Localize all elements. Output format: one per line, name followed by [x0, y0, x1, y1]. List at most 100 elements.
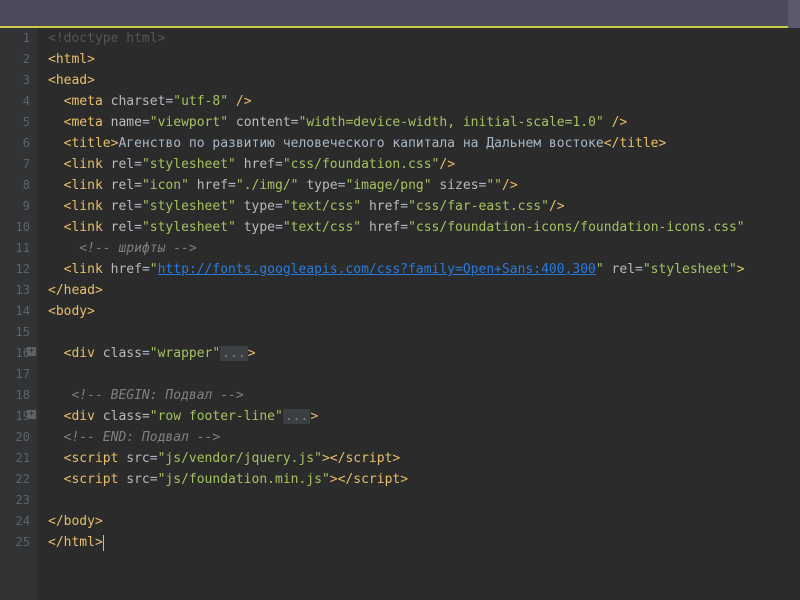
- token-attr-val: ": [596, 262, 604, 277]
- token-attr-val: "viewport": [150, 115, 228, 130]
- token-tag-name: script: [345, 451, 392, 466]
- vertical-scrollbar[interactable]: [788, 0, 800, 28]
- code-line[interactable]: <!-- BEGIN: Подвал -->: [48, 385, 800, 406]
- token-attr-name: sizes: [439, 178, 478, 193]
- token-plain: =: [400, 199, 408, 214]
- token-tag-name: title: [619, 136, 658, 151]
- token-tag-bracket: />: [612, 115, 628, 130]
- code-line[interactable]: <!-- END: Подвал -->: [48, 427, 800, 448]
- code-line[interactable]: <html>: [48, 49, 800, 70]
- code-line[interactable]: <link rel="stylesheet" href="css/foundat…: [48, 154, 800, 175]
- code-line[interactable]: <link href="http://fonts.googleapis.com/…: [48, 259, 800, 280]
- token-attr-name: href: [197, 178, 228, 193]
- token-attr-val: ": [150, 262, 158, 277]
- token-plain: [48, 157, 64, 172]
- code-line[interactable]: <script src="js/vendor/jquery.js"></scri…: [48, 448, 800, 469]
- token-tag-name: script: [71, 451, 118, 466]
- token-tag-bracket: <: [48, 73, 56, 88]
- token-plain: =: [134, 220, 142, 235]
- token-plain: [236, 157, 244, 172]
- code-line[interactable]: <meta charset="utf-8" />: [48, 91, 800, 112]
- token-plain: [48, 430, 64, 445]
- token-attr-val: "css/far-east.css": [408, 199, 549, 214]
- token-attr-name: type: [244, 220, 275, 235]
- token-plain: [48, 220, 64, 235]
- token-attr-val-link: http://fonts.googleapis.com/css?family=O…: [158, 262, 596, 277]
- token-tag-name: div: [71, 409, 94, 424]
- token-tag-bracket: </: [338, 472, 354, 487]
- line-number: 20: [0, 427, 30, 448]
- token-plain: =: [635, 262, 643, 277]
- code-line[interactable]: [48, 364, 800, 385]
- line-number: 10: [0, 217, 30, 238]
- token-attr-name: charset: [111, 94, 166, 109]
- fold-plus-icon[interactable]: +: [27, 410, 36, 419]
- token-plain: [228, 94, 236, 109]
- token-attr-name: rel: [111, 220, 134, 235]
- code-line[interactable]: </html>: [48, 532, 800, 553]
- token-attr-val: "icon": [142, 178, 189, 193]
- code-line[interactable]: <body>: [48, 301, 800, 322]
- token-plain: [103, 220, 111, 235]
- code-line[interactable]: <div class="row footer-line"...>: [48, 406, 800, 427]
- code-line[interactable]: <title>Агенство по развитию человеческог…: [48, 133, 800, 154]
- token-tag-bracket: <: [48, 304, 56, 319]
- code-area[interactable]: <!doctype html><html><head> <meta charse…: [38, 28, 800, 600]
- code-line[interactable]: <link rel="stylesheet" type="text/css" h…: [48, 217, 800, 238]
- token-plain: [236, 220, 244, 235]
- token-tag-name: link: [71, 178, 102, 193]
- code-line[interactable]: <!doctype html>: [48, 28, 800, 49]
- fold-plus-icon[interactable]: +: [27, 347, 36, 356]
- code-line[interactable]: <div class="wrapper"...>: [48, 343, 800, 364]
- code-line[interactable]: </body>: [48, 511, 800, 532]
- token-attr-val: "css/foundation.css": [283, 157, 440, 172]
- code-line[interactable]: <meta name="viewport" content="width=dev…: [48, 112, 800, 133]
- token-attr-name: rel: [612, 262, 635, 277]
- line-number: 9: [0, 196, 30, 217]
- token-plain: [604, 115, 612, 130]
- token-tag-bracket: >: [248, 346, 256, 361]
- token-tag-bracket: >: [87, 73, 95, 88]
- code-line[interactable]: <head>: [48, 70, 800, 91]
- code-line[interactable]: <link rel="stylesheet" type="text/css" h…: [48, 196, 800, 217]
- code-editor[interactable]: 12345678910111213141516+171819+202122232…: [0, 28, 800, 600]
- token-attr-val: "": [486, 178, 502, 193]
- code-line[interactable]: </head>: [48, 280, 800, 301]
- token-plain: [48, 136, 64, 151]
- token-tag-bracket: >: [87, 304, 95, 319]
- token-plain: =: [134, 199, 142, 214]
- token-tag-name: meta: [71, 115, 102, 130]
- line-number: 8: [0, 175, 30, 196]
- token-attr-val: "wrapper": [150, 346, 220, 361]
- token-tag-bracket: </: [48, 514, 64, 529]
- line-number: 5: [0, 112, 30, 133]
- token-tag-bracket: >: [322, 451, 330, 466]
- line-gutter: 12345678910111213141516+171819+202122232…: [0, 28, 38, 600]
- code-line[interactable]: <link rel="icon" href="./img/" type="ima…: [48, 175, 800, 196]
- token-plain: [361, 199, 369, 214]
- token-plain: [236, 199, 244, 214]
- line-number: 23: [0, 490, 30, 511]
- token-cut-top: <!doctype html>: [48, 31, 165, 46]
- token-tag-bracket: >: [330, 472, 338, 487]
- token-tag-name: link: [71, 157, 102, 172]
- token-tag-bracket: />: [549, 199, 565, 214]
- token-attr-name: content: [236, 115, 291, 130]
- token-plain: [103, 157, 111, 172]
- code-line[interactable]: [48, 322, 800, 343]
- token-tag-name: link: [71, 262, 102, 277]
- code-line[interactable]: <!-- шрифты -->: [48, 238, 800, 259]
- line-number: 15: [0, 322, 30, 343]
- line-number: 4: [0, 91, 30, 112]
- token-tag-bracket: >: [659, 136, 667, 151]
- token-attr-val: "utf-8": [173, 94, 228, 109]
- token-plain: =: [275, 199, 283, 214]
- token-attr-name: type: [306, 178, 337, 193]
- token-plain: =: [142, 409, 150, 424]
- code-line[interactable]: [48, 490, 800, 511]
- line-number: 22: [0, 469, 30, 490]
- code-line[interactable]: <script src="js/foundation.min.js"></scr…: [48, 469, 800, 490]
- token-tag-bracket: >: [310, 409, 318, 424]
- text-cursor: [103, 535, 104, 551]
- token-text-content: Агенство по развитию человеческого капит…: [118, 136, 603, 151]
